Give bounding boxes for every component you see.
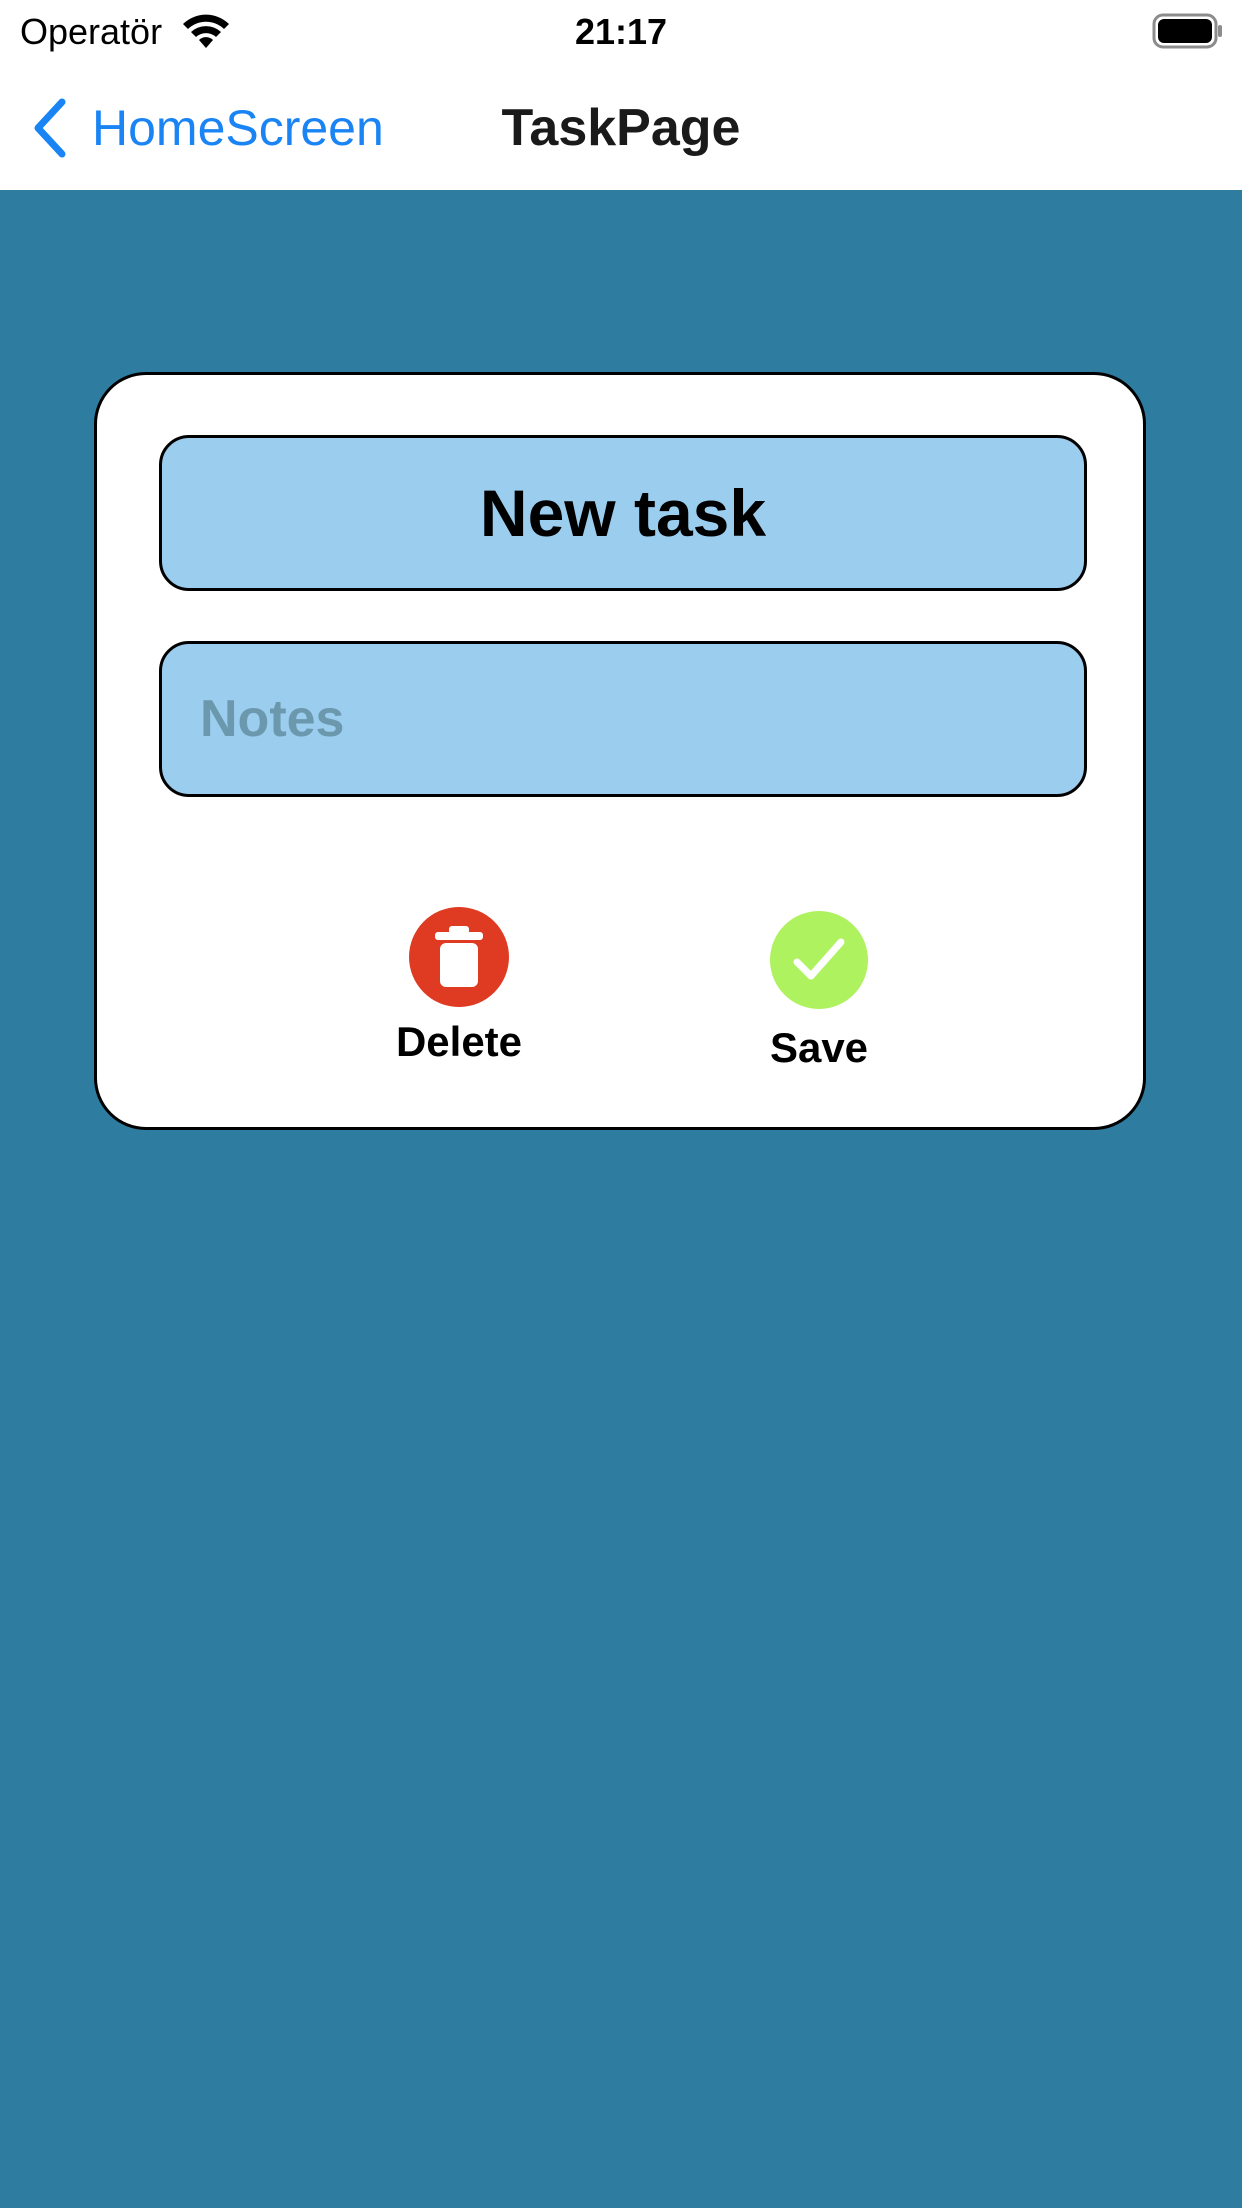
task-card: New task Delete Save	[94, 372, 1146, 1130]
delete-button[interactable]: Delete	[369, 907, 549, 1067]
delete-icon-circle	[409, 907, 509, 1007]
delete-label: Delete	[395, 1018, 523, 1065]
battery-full-icon	[1152, 13, 1222, 49]
notes-field[interactable]	[159, 641, 1087, 797]
navigation-bar: HomeScreen TaskPage	[0, 66, 1242, 190]
status-time: 21:17	[574, 11, 668, 52]
task-title-text: New task	[479, 476, 767, 550]
notes-input[interactable]	[200, 689, 1060, 749]
task-title-field[interactable]: New task	[159, 435, 1087, 591]
status-bar: Operatör 21:17	[0, 0, 1242, 66]
save-icon-circle	[770, 911, 868, 1009]
content-area: New task Delete Save	[0, 190, 1242, 2208]
trash-icon	[435, 926, 483, 987]
save-button[interactable]: Save	[729, 911, 909, 1073]
page-title: TaskPage	[501, 99, 741, 157]
save-label: Save	[769, 1024, 869, 1071]
checkmark-icon	[793, 938, 845, 980]
